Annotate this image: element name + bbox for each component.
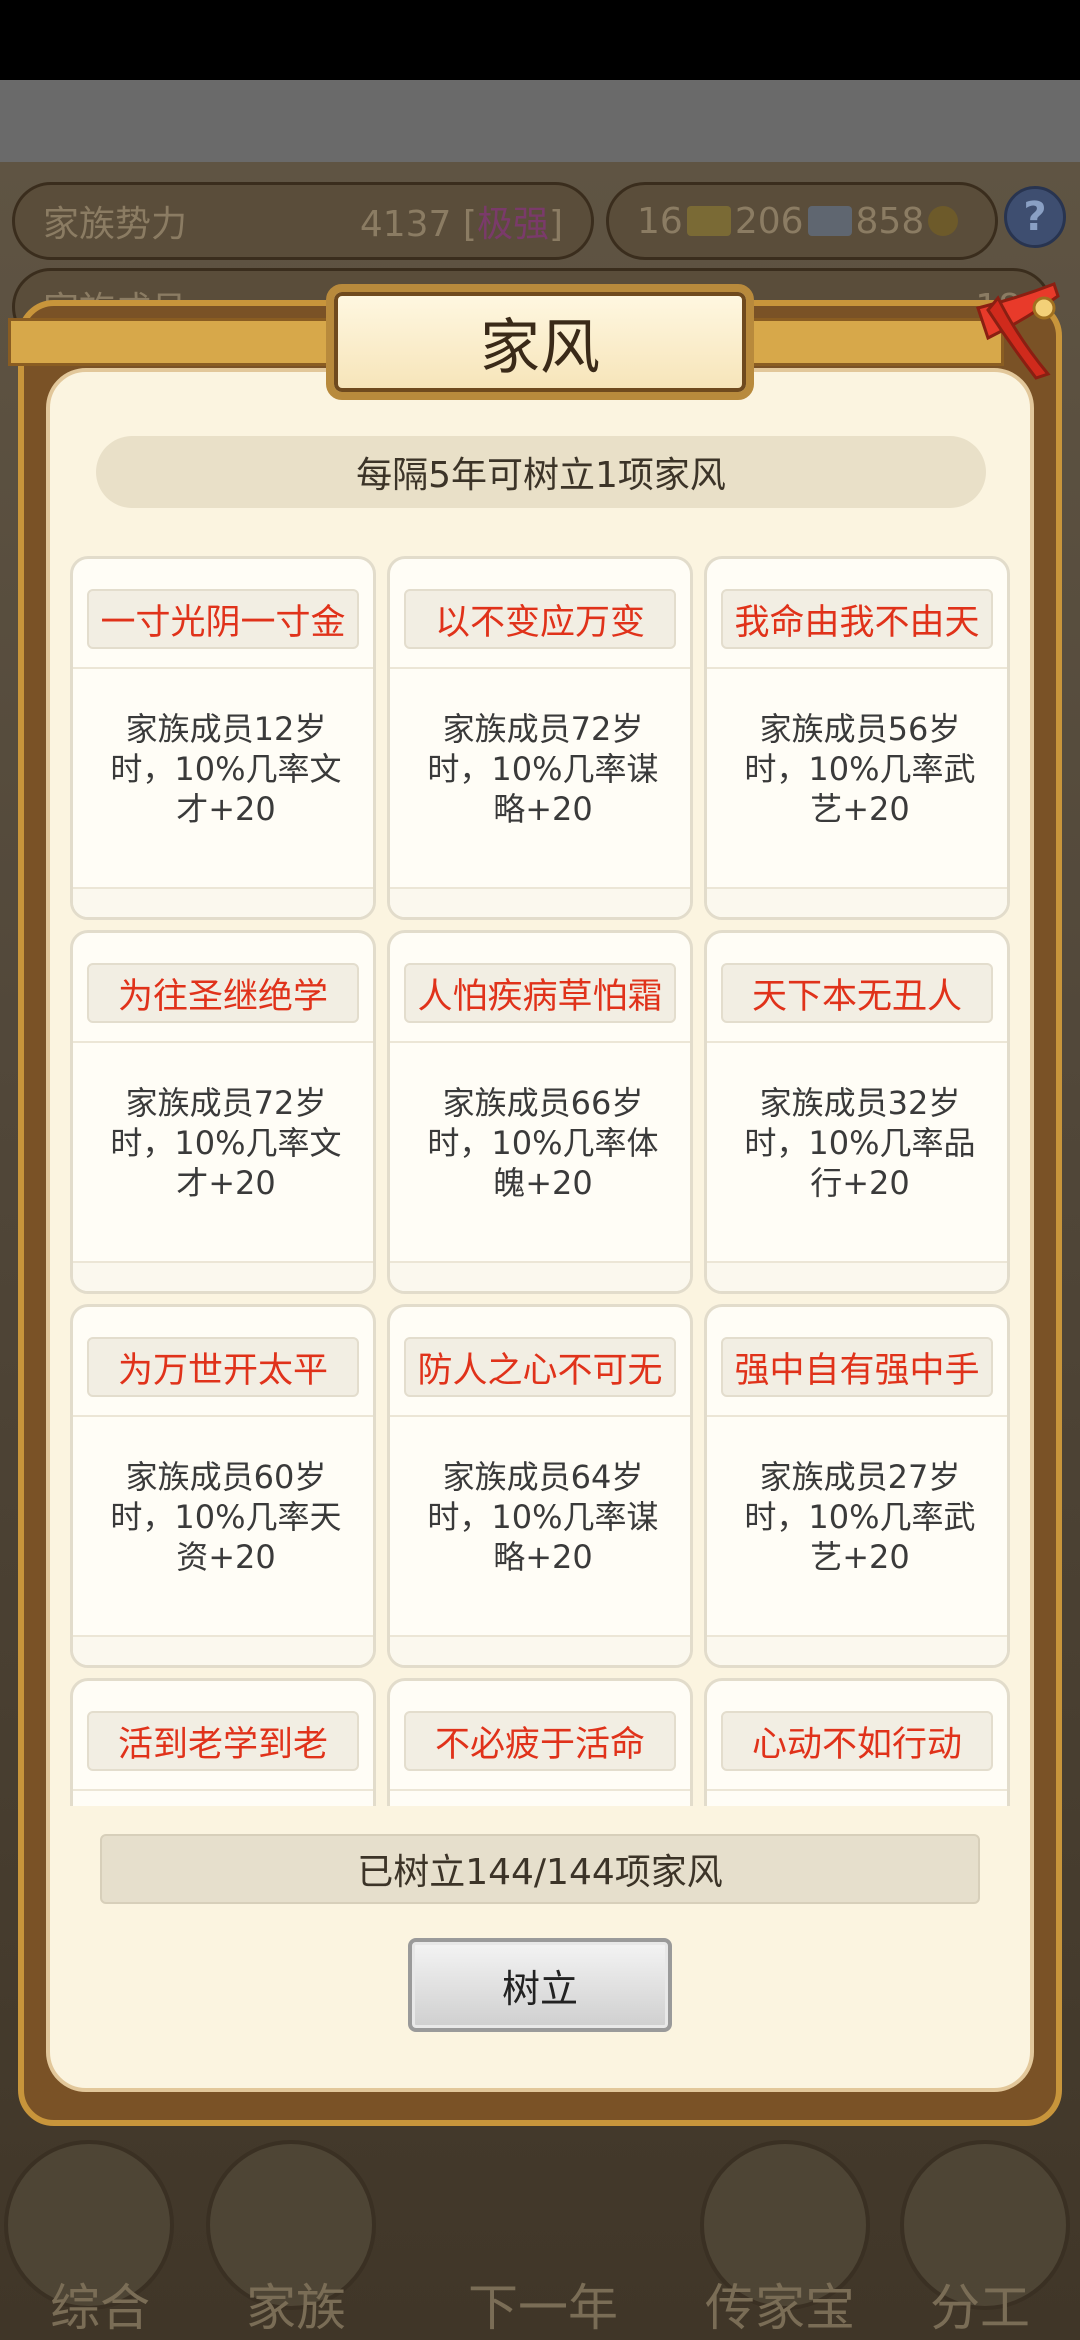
motto-name: 天下本无丑人: [721, 963, 993, 1023]
motto-card[interactable]: 强中自有强中手 家族成员27岁时，10%几率武艺+20: [704, 1304, 1010, 1668]
motto-card[interactable]: 防人之心不可无 家族成员64岁时，10%几率谋略+20: [387, 1304, 693, 1668]
motto-name: 防人之心不可无: [404, 1337, 676, 1397]
motto-card[interactable]: 一寸光阴一寸金 家族成员12岁时，10%几率文才+20: [70, 556, 376, 920]
top-banner: [0, 80, 1080, 162]
motto-name: 活到老学到老: [87, 1711, 359, 1771]
motto-desc: 家族成员32岁时，10%几率品行+20: [744, 1084, 976, 1202]
motto-card[interactable]: 人怕疾病草怕霜 家族成员66岁时，10%几率体魄+20: [387, 930, 693, 1294]
motto-card[interactable]: 为万世开太平 家族成员60岁时，10%几率天资+20: [70, 1304, 376, 1668]
motto-name: 心动不如行动: [721, 1711, 993, 1771]
motto-name: 为往圣继绝学: [87, 963, 359, 1023]
motto-name: 人怕疾病草怕霜: [404, 963, 676, 1023]
motto-desc: 家族成员66岁时，10%几率体魄+20: [427, 1084, 659, 1202]
motto-desc: 家族成员12岁时，10%几率文才+20: [110, 710, 342, 828]
motto-name: 强中自有强中手: [721, 1337, 993, 1397]
resources-row: 16 206 858: [606, 182, 998, 260]
nav-heirloom[interactable]: 传家宝: [690, 2268, 870, 2340]
status-bar: [0, 0, 1080, 80]
motto-card[interactable]: 我命由我不由天 家族成员56岁时，10%几率武艺+20: [704, 556, 1010, 920]
motto-desc: 家族成员60岁时，10%几率天资+20: [110, 1458, 342, 1576]
motto-name: 不必疲于活命: [404, 1711, 676, 1771]
established-count: 已树立144/144项家风: [100, 1834, 980, 1904]
modal-title: 家风: [326, 284, 754, 400]
nav-family[interactable]: 家族: [206, 2268, 386, 2340]
motto-card[interactable]: 以不变应万变 家族成员72岁时，10%几率谋略+20: [387, 556, 693, 920]
nav-overview[interactable]: 综合: [10, 2268, 190, 2340]
help-button[interactable]: ?: [1004, 186, 1066, 248]
motto-name: 为万世开太平: [87, 1337, 359, 1397]
family-power-row: 家族势力 4137 [极强]: [12, 182, 594, 260]
motto-name: 以不变应万变: [404, 589, 676, 649]
nav-division[interactable]: 分工: [890, 2268, 1070, 2340]
coins-value: 858: [855, 200, 925, 242]
silver-value: 206: [734, 200, 804, 242]
motto-desc: 家族成员72岁时，10%几率谋略+20: [427, 710, 659, 828]
family-power-value: 4137 [极强]: [359, 204, 563, 245]
nav-next-year[interactable]: 下一年: [438, 2268, 648, 2340]
motto-card[interactable]: 不必疲于活命: [387, 1678, 693, 1806]
family-power-label: 家族势力: [43, 204, 188, 245]
bottom-nav: 综合 家族 下一年 传家宝 分工: [0, 2130, 1080, 2340]
motto-name: 一寸光阴一寸金: [87, 589, 359, 649]
establish-button[interactable]: 树立: [408, 1938, 672, 2032]
coin-icon: [928, 206, 959, 236]
motto-desc: 家族成员27岁时，10%几率武艺+20: [744, 1458, 976, 1576]
motto-grid: 一寸光阴一寸金 家族成员12岁时，10%几率文才+20 以不变应万变 家族成员7…: [66, 552, 1018, 1806]
motto-card[interactable]: 天下本无丑人 家族成员32岁时，10%几率品行+20: [704, 930, 1010, 1294]
title-ribbon-left: [8, 318, 338, 366]
close-button[interactable]: [958, 278, 1068, 388]
motto-desc: 家族成员72岁时，10%几率文才+20: [110, 1084, 342, 1202]
silver-ingot-icon: [807, 206, 852, 236]
gold-ingot-icon: [686, 206, 731, 236]
motto-desc: 家族成员56岁时，10%几率武艺+20: [744, 710, 976, 828]
motto-name: 我命由我不由天: [721, 589, 993, 649]
motto-card[interactable]: 心动不如行动: [704, 1678, 1010, 1806]
motto-desc: 家族成员64岁时，10%几率谋略+20: [427, 1458, 659, 1576]
motto-card[interactable]: 活到老学到老: [70, 1678, 376, 1806]
close-icon: [976, 282, 1060, 380]
motto-card[interactable]: 为往圣继绝学 家族成员72岁时，10%几率文才+20: [70, 930, 376, 1294]
notice-banner: 每隔5年可树立1项家风: [96, 436, 986, 508]
gold-value: 16: [637, 200, 683, 242]
